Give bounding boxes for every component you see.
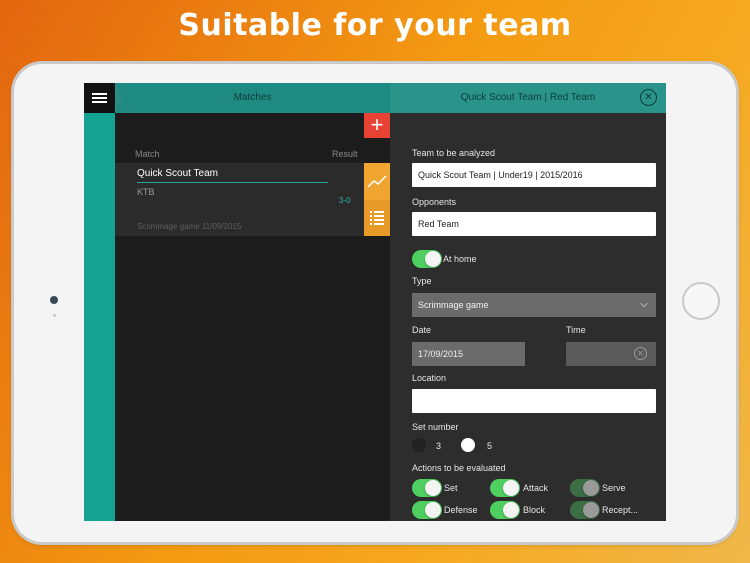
toggle-knob [425, 480, 441, 496]
toggle-knob [503, 480, 519, 496]
tab-match-detail[interactable]: Quick Scout Team | Red Team [390, 83, 666, 113]
hamburger-icon [92, 97, 107, 99]
column-header-match: Match [135, 149, 160, 159]
match-opponent: KTB [137, 187, 155, 197]
match-form: Team to be analyzed Quick Scout Team | U… [390, 113, 666, 521]
list-icon [370, 211, 384, 225]
home-button[interactable] [682, 282, 720, 320]
toggle-knob [425, 251, 441, 267]
type-value: Scrimmage game [418, 300, 489, 310]
matches-panel: + Match Result Quick Scout Team KTB 3-0 … [115, 113, 390, 521]
opponents-field[interactable]: Red Team [412, 212, 656, 236]
team-label: Team to be analyzed [412, 148, 496, 158]
toggle-knob [503, 502, 519, 518]
camera-sensor [53, 314, 56, 317]
set-option-3: 3 [436, 441, 442, 451]
match-list-item[interactable]: Quick Scout Team KTB 3-0 Scrimmage game … [115, 163, 364, 236]
chevron-down-icon: ⌵ [640, 299, 648, 310]
action-reception-toggle[interactable] [570, 501, 600, 519]
menu-button[interactable] [84, 83, 115, 113]
team-field[interactable]: Quick Scout Team | Under19 | 2015/2016 [412, 163, 656, 187]
action-attack-toggle[interactable] [490, 479, 520, 497]
match-subtitle: Scrimmage game 11/09/2015 [137, 222, 242, 231]
sidebar-strip [84, 113, 115, 521]
add-match-button[interactable]: + [364, 113, 390, 138]
action-attack-label: Attack [523, 483, 549, 493]
toggle-knob [583, 480, 599, 496]
type-select[interactable]: Scrimmage game ⌵ [412, 293, 656, 317]
divider [137, 182, 328, 183]
action-set-toggle[interactable] [412, 479, 442, 497]
action-defense-toggle[interactable] [412, 501, 442, 519]
action-serve-label: Serve [602, 483, 626, 493]
action-set-label: Set [444, 483, 458, 493]
time-label: Time [566, 325, 586, 335]
camera [50, 296, 58, 304]
list-button[interactable] [364, 200, 390, 236]
action-serve-toggle[interactable] [570, 479, 600, 497]
opponents-label: Opponents [412, 197, 457, 207]
clear-icon[interactable]: ✕ [634, 347, 647, 360]
headline: Suitable for your team [178, 8, 572, 43]
type-label: Type [412, 276, 432, 286]
statistics-button[interactable] [364, 163, 390, 200]
set-radio-3[interactable] [412, 438, 426, 452]
set-radio-5[interactable] [461, 438, 475, 452]
toggle-knob [583, 502, 599, 518]
match-score: 3-0 [339, 196, 351, 205]
app-screen: Matches Quick Scout Team | Red Team ✕ + … [84, 83, 666, 521]
actions-label: Actions to be evaluated [412, 463, 506, 473]
hamburger-icon [92, 93, 107, 95]
action-defense-label: Defense [444, 505, 478, 515]
set-number-label: Set number [412, 422, 459, 432]
time-field[interactable]: ✕ [566, 342, 656, 366]
action-block-label: Block [523, 505, 546, 515]
column-header-result: Result [332, 149, 358, 159]
hamburger-icon [92, 101, 107, 103]
chevron-right-icon [115, 83, 122, 113]
set-option-5: 5 [487, 441, 493, 451]
top-bar: Matches Quick Scout Team | Red Team ✕ [84, 83, 666, 113]
toggle-knob [425, 502, 441, 518]
location-label: Location [412, 373, 447, 383]
date-label: Date [412, 325, 432, 335]
close-icon[interactable]: ✕ [640, 89, 657, 106]
action-block-toggle[interactable] [490, 501, 520, 519]
plus-icon: + [370, 112, 384, 137]
date-field[interactable]: 17/09/2015 [412, 342, 525, 366]
line-chart-icon [367, 175, 387, 188]
location-field[interactable] [412, 389, 656, 413]
at-home-toggle[interactable] [412, 250, 442, 268]
action-reception-label: Recept... [602, 505, 639, 515]
tab-matches[interactable]: Matches [115, 83, 390, 113]
at-home-label: At home [443, 254, 477, 264]
match-team: Quick Scout Team [137, 168, 218, 179]
